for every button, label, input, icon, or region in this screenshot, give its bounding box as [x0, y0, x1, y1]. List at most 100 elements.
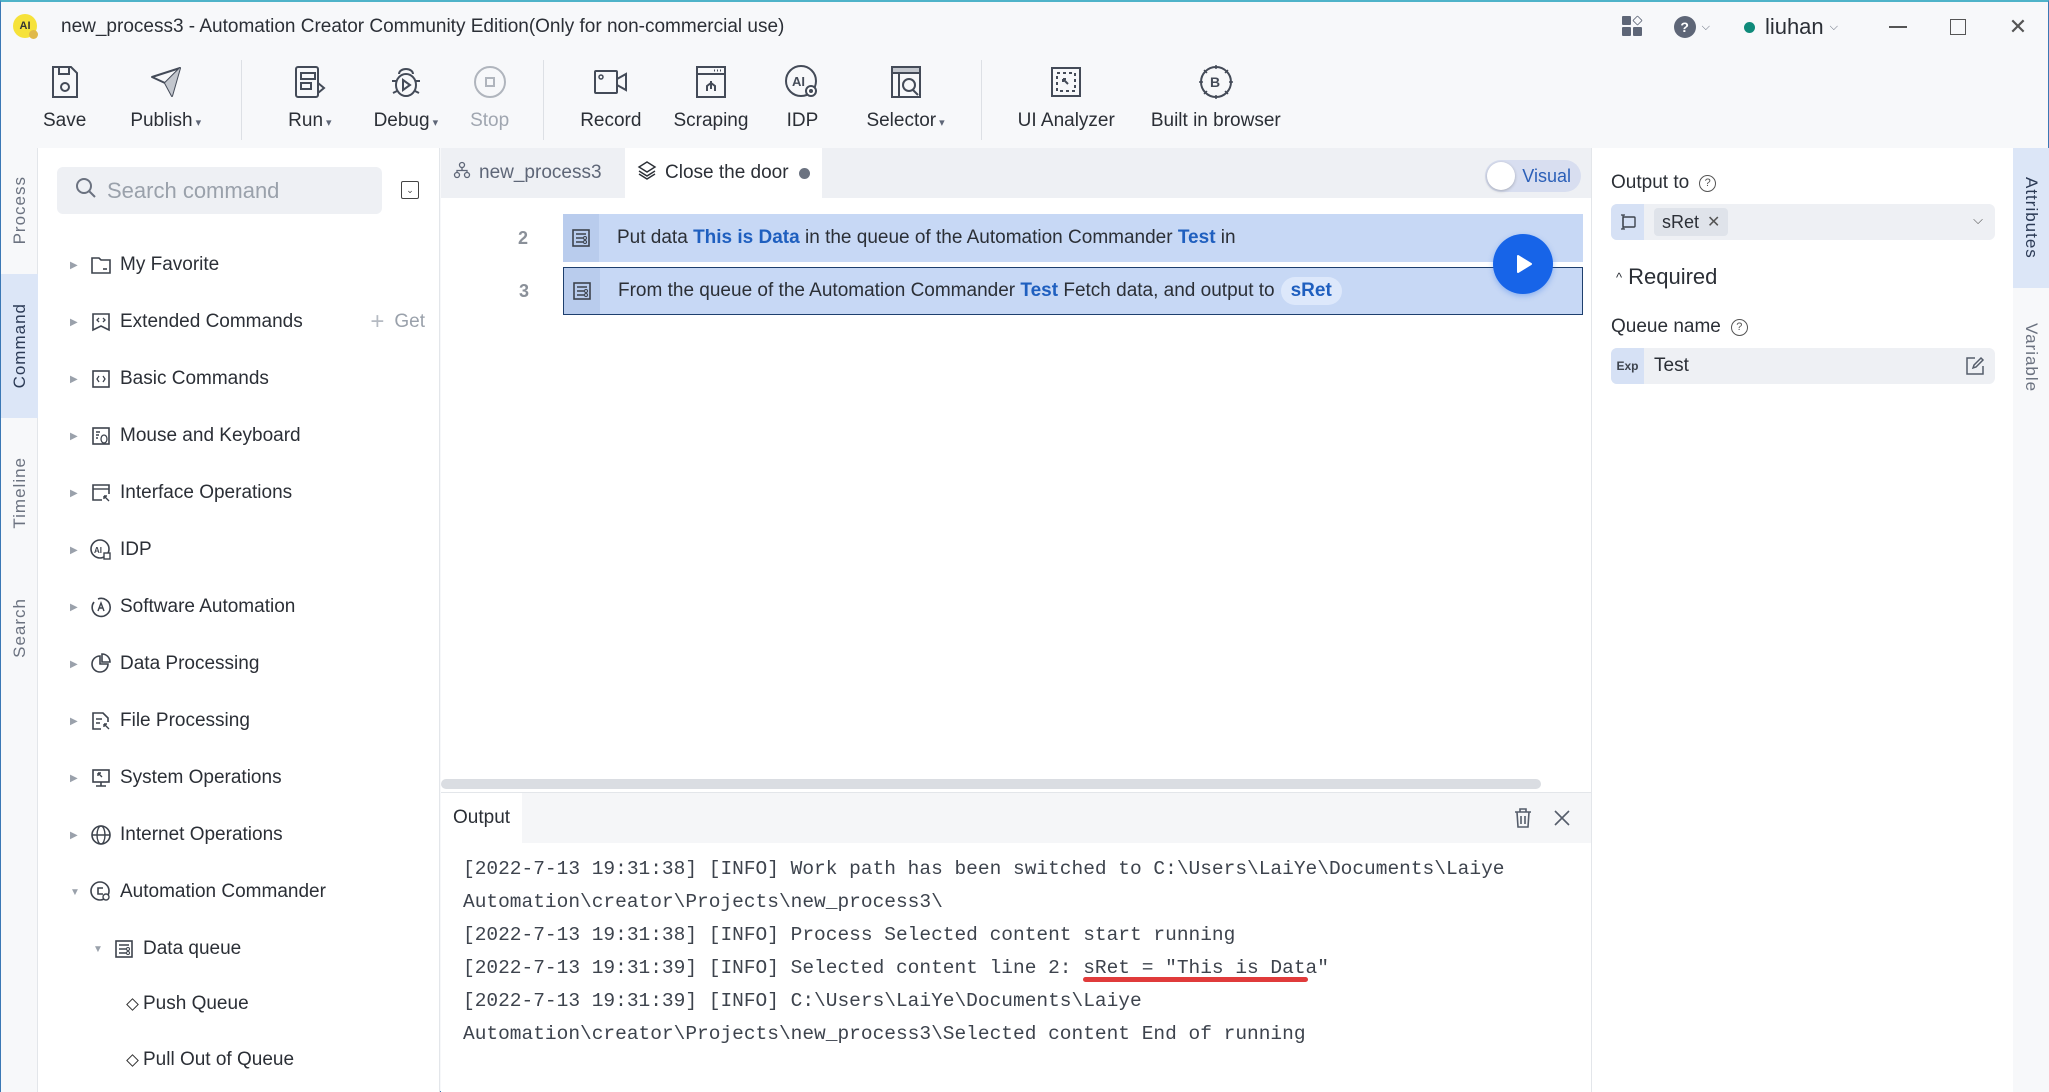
- ui-analyzer-label: UI Analyzer: [1017, 110, 1115, 131]
- right-side-tabs: Attributes Variable: [2013, 148, 2049, 1092]
- tab-command[interactable]: Command: [1, 274, 38, 418]
- minimize-button[interactable]: [1868, 2, 1928, 52]
- tree-item-automation-commander[interactable]: ▼ Automation Commander: [38, 872, 439, 912]
- selector-button[interactable]: Selector ▾: [866, 52, 945, 148]
- minimize-icon: [1889, 26, 1907, 28]
- get-extension-button[interactable]: + Get: [370, 308, 425, 336]
- help-menu-button[interactable]: ? ⌵: [1673, 16, 1710, 38]
- selector-label: Selector: [866, 110, 937, 131]
- output-to-field[interactable]: sRet ✕ ⌵: [1611, 204, 1995, 240]
- scraping-label: Scraping: [673, 110, 749, 131]
- caret-down-icon: ▾: [939, 117, 945, 129]
- stop-button[interactable]: Stop: [470, 52, 509, 148]
- search-command-box[interactable]: [57, 167, 382, 214]
- annotation-underline: [1083, 977, 1308, 982]
- edit-icon[interactable]: [1965, 356, 1985, 381]
- tab-process[interactable]: Process: [1, 148, 38, 272]
- collapse-arrow-icon: ▼: [93, 943, 103, 955]
- tree-item-idp[interactable]: ▶ AI IDP: [38, 530, 439, 570]
- close-output-button[interactable]: [1553, 809, 1571, 832]
- output-tab[interactable]: Output: [441, 793, 523, 843]
- editor-area: new_process3 Close the door Visual 2 Put…: [441, 148, 1591, 1092]
- tree-item-internet-operations[interactable]: ▶ Internet Operations: [38, 815, 439, 855]
- help-circle-icon[interactable]: ?: [1730, 318, 1748, 336]
- log-line: [2022-7-13 19:31:38] [INFO] Process Sele…: [463, 924, 1236, 946]
- tab-process-label: Process: [9, 175, 29, 245]
- unsaved-indicator-icon: [798, 167, 810, 179]
- collapse-all-button[interactable]: ⌄: [401, 181, 419, 199]
- tree-item-pull-out-of-queue[interactable]: Pull Out of Queue: [38, 1040, 439, 1080]
- tab-search[interactable]: Search: [1, 568, 38, 688]
- title-bar-controls: ? ⌵ liuhan ⌵ ✕: [1621, 2, 2048, 52]
- expression-mode-toggle[interactable]: Exp: [1611, 348, 1644, 384]
- svg-text:B: B: [1210, 74, 1220, 90]
- close-window-button[interactable]: ✕: [1988, 2, 2048, 52]
- tree-item-basic-commands[interactable]: ▶ Basic Commands: [38, 359, 439, 399]
- variable-cursor-icon[interactable]: [1611, 204, 1644, 240]
- variable-tag[interactable]: sRet ✕: [1654, 208, 1729, 236]
- collapse-arrow-icon: ▼: [70, 886, 80, 898]
- tab-new-process3[interactable]: new_process3: [441, 148, 614, 198]
- tree-item-system-operations[interactable]: ▶ System Operations: [38, 758, 439, 798]
- editor-tab-bar: new_process3 Close the door Visual: [441, 148, 1591, 198]
- process-flow-icon: [453, 161, 471, 185]
- tab-close-the-door[interactable]: Close the door: [625, 148, 822, 198]
- step-param-queue[interactable]: Test: [1020, 280, 1058, 301]
- step-param-data[interactable]: This is Data: [693, 227, 800, 248]
- step-param-queue[interactable]: Test: [1178, 227, 1216, 248]
- tab-variable[interactable]: Variable: [2013, 288, 2049, 428]
- chevron-down-icon[interactable]: ⌵: [1973, 212, 1983, 228]
- step-output-variable[interactable]: sRet: [1280, 277, 1342, 305]
- chevron-down-icon: ⌵: [1701, 20, 1710, 33]
- expand-arrow-icon: ▶: [70, 430, 78, 442]
- built-in-browser-button[interactable]: B Built in browser: [1151, 52, 1281, 148]
- debug-button[interactable]: Debug ▾: [374, 52, 438, 148]
- tab-search-label: Search: [9, 598, 29, 658]
- publish-button[interactable]: Publish ▾: [130, 52, 201, 148]
- help-circle-icon[interactable]: ?: [1699, 174, 1717, 192]
- expand-arrow-icon: ▶: [70, 829, 78, 841]
- step-row-selected[interactable]: 3 From the queue of the Automation Comma…: [519, 267, 1583, 315]
- output-header: Output: [441, 793, 1591, 843]
- expand-arrow-icon: ▶: [70, 487, 78, 499]
- tree-item-data-processing[interactable]: ▶ Data Processing: [38, 644, 439, 684]
- tab-attributes[interactable]: Attributes: [2013, 148, 2049, 288]
- remove-tag-icon[interactable]: ✕: [1707, 212, 1720, 232]
- horizontal-scrollbar[interactable]: [441, 779, 1541, 789]
- queue-name-value[interactable]: Test: [1654, 355, 1689, 377]
- scraping-button[interactable]: Scraping: [673, 52, 748, 148]
- user-menu-button[interactable]: liuhan ⌵: [1710, 14, 1838, 40]
- save-label: Save: [43, 110, 87, 131]
- visual-toggle[interactable]: Visual: [1485, 160, 1581, 192]
- tree-label: Data Processing: [120, 653, 260, 674]
- tree-item-software-automation[interactable]: ▶ Software Automation: [38, 587, 439, 627]
- publish-label-wrap: Publish ▾: [130, 110, 201, 132]
- maximize-button[interactable]: [1928, 2, 1988, 52]
- step-row[interactable]: 2 Put data This is Data in the queue of …: [518, 214, 1583, 262]
- record-button[interactable]: Record: [580, 52, 641, 148]
- tree-item-my-favorite[interactable]: ▶ My Favorite: [38, 245, 439, 285]
- tree-item-mouse-keyboard[interactable]: ▶ Mouse and Keyboard: [38, 416, 439, 456]
- idp-button[interactable]: AI IDP: [784, 52, 820, 148]
- run-step-button[interactable]: [1493, 234, 1553, 294]
- ui-analyzer-button[interactable]: UI Analyzer: [1018, 52, 1115, 148]
- online-status-icon: [1743, 21, 1755, 33]
- queue-name-label: Queue name ?: [1611, 316, 1748, 338]
- clear-output-button[interactable]: [1513, 807, 1533, 834]
- tab-variable-label: Variable: [2022, 323, 2041, 393]
- tab-timeline[interactable]: Timeline: [1, 418, 38, 568]
- apps-button[interactable]: [1621, 15, 1674, 38]
- tab-label: new_process3: [479, 162, 602, 183]
- queue-name-field[interactable]: Exp Test: [1611, 348, 1995, 384]
- save-button[interactable]: Save: [43, 52, 86, 148]
- required-section-header[interactable]: ^ Required: [1616, 264, 1717, 290]
- tree-item-file-processing[interactable]: ▶ File Processing: [38, 701, 439, 741]
- run-button[interactable]: Run ▾: [288, 52, 332, 148]
- tree-item-extended-commands[interactable]: ▶ Extended Commands + Get: [38, 302, 439, 342]
- tree-item-interface-operations[interactable]: ▶ Interface Operations: [38, 473, 439, 513]
- tree-item-push-queue[interactable]: Push Queue: [38, 984, 439, 1024]
- search-command-input[interactable]: [107, 177, 367, 204]
- tree-item-data-queue[interactable]: ▼ Data queue: [38, 929, 439, 969]
- log-line: [2022-7-13 19:31:39] [INFO] Selected con…: [463, 957, 1329, 979]
- folder-icon: [90, 254, 112, 276]
